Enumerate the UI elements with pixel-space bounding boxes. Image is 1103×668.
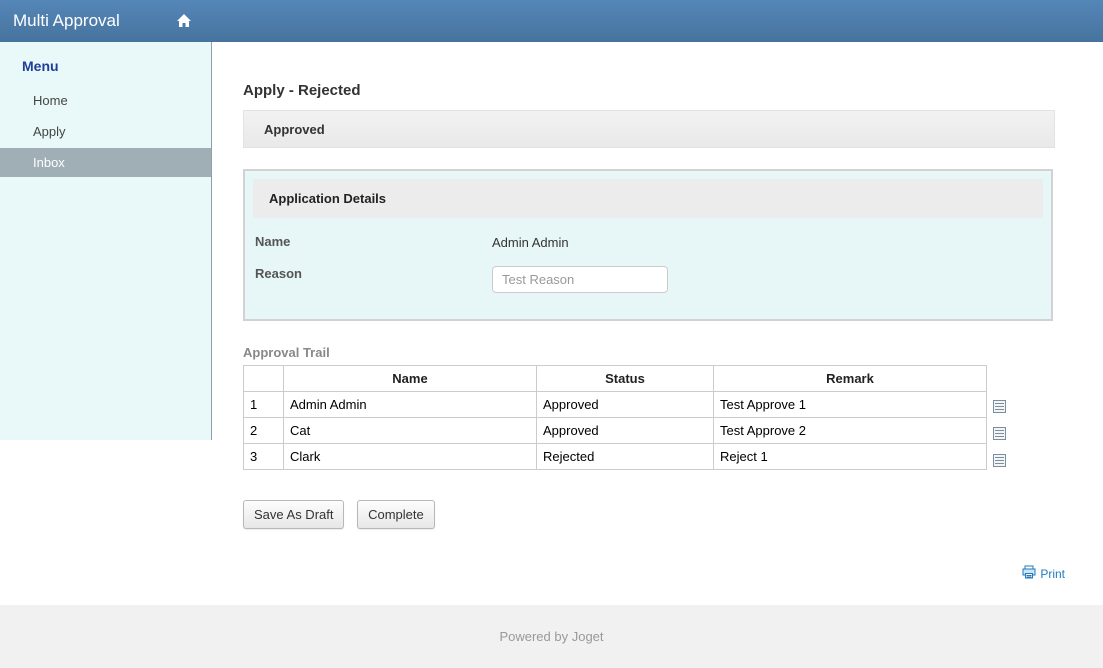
row-name-cell: Admin Admin (284, 392, 537, 418)
sidebar: Menu Home Apply Inbox (0, 42, 212, 440)
reason-field-label: Reason (255, 266, 492, 293)
print-link-label: Print (1040, 567, 1065, 581)
page-footer: Powered by Joget (0, 605, 1103, 668)
col-header-num (244, 366, 284, 392)
row-detail-icon[interactable] (993, 447, 1006, 474)
save-as-draft-button[interactable]: Save As Draft (243, 500, 344, 529)
app-header: Multi Approval (0, 0, 1103, 42)
complete-button[interactable]: Complete (357, 500, 435, 529)
print-link[interactable]: Print (1022, 565, 1065, 582)
table-row: 3 Clark Rejected Reject 1 (244, 444, 987, 470)
table-row: 2 Cat Approved Test Approve 2 (244, 418, 987, 444)
col-header-remark: Remark (714, 366, 987, 392)
footer-text: Powered by Joget (499, 629, 603, 644)
name-field-label: Name (255, 234, 492, 250)
approval-trail-title: Approval Trail (243, 345, 1055, 360)
table-row: 1 Admin Admin Approved Test Approve 1 (244, 392, 987, 418)
row-num-cell: 1 (244, 392, 284, 418)
home-icon[interactable] (176, 13, 192, 32)
application-details-panel: Application Details Name Admin Admin Rea… (243, 169, 1053, 321)
row-remark-cell: Reject 1 (714, 444, 987, 470)
row-status-cell: Rejected (537, 444, 714, 470)
approval-trail: Name Status Remark 1 Admin Admin Approve… (243, 365, 1055, 474)
table-header-row: Name Status Remark (244, 366, 987, 392)
print-row: Print (243, 565, 1065, 582)
row-num-cell: 3 (244, 444, 284, 470)
row-detail-icon[interactable] (993, 393, 1006, 420)
name-field-row: Name Admin Admin (253, 234, 1043, 250)
section-title: Application Details (253, 179, 1043, 218)
main-content: Apply - Rejected Approved Application De… (243, 42, 1055, 582)
app-title: Multi Approval (0, 0, 120, 42)
form-buttons: Save As Draft Complete (243, 500, 1055, 529)
reason-input[interactable] (492, 266, 668, 293)
row-remark-cell: Test Approve 1 (714, 392, 987, 418)
row-status-cell: Approved (537, 392, 714, 418)
row-name-cell: Cat (284, 418, 537, 444)
row-name-cell: Clark (284, 444, 537, 470)
status-bar: Approved (243, 110, 1055, 148)
col-header-name: Name (284, 366, 537, 392)
sidebar-item-home[interactable]: Home (0, 86, 211, 115)
reason-field-row: Reason (253, 266, 1043, 293)
name-field-value: Admin Admin (492, 234, 569, 250)
row-num-cell: 2 (244, 418, 284, 444)
row-detail-icon[interactable] (993, 420, 1006, 447)
sidebar-item-apply[interactable]: Apply (0, 117, 211, 146)
menu-title: Menu (0, 42, 211, 86)
sidebar-item-inbox[interactable]: Inbox (0, 148, 211, 177)
printer-icon (1022, 565, 1036, 582)
row-detail-icons (993, 365, 1006, 474)
row-status-cell: Approved (537, 418, 714, 444)
page-title: Apply - Rejected (243, 82, 1055, 99)
approval-trail-table: Name Status Remark 1 Admin Admin Approve… (243, 365, 987, 470)
row-remark-cell: Test Approve 2 (714, 418, 987, 444)
col-header-status: Status (537, 366, 714, 392)
